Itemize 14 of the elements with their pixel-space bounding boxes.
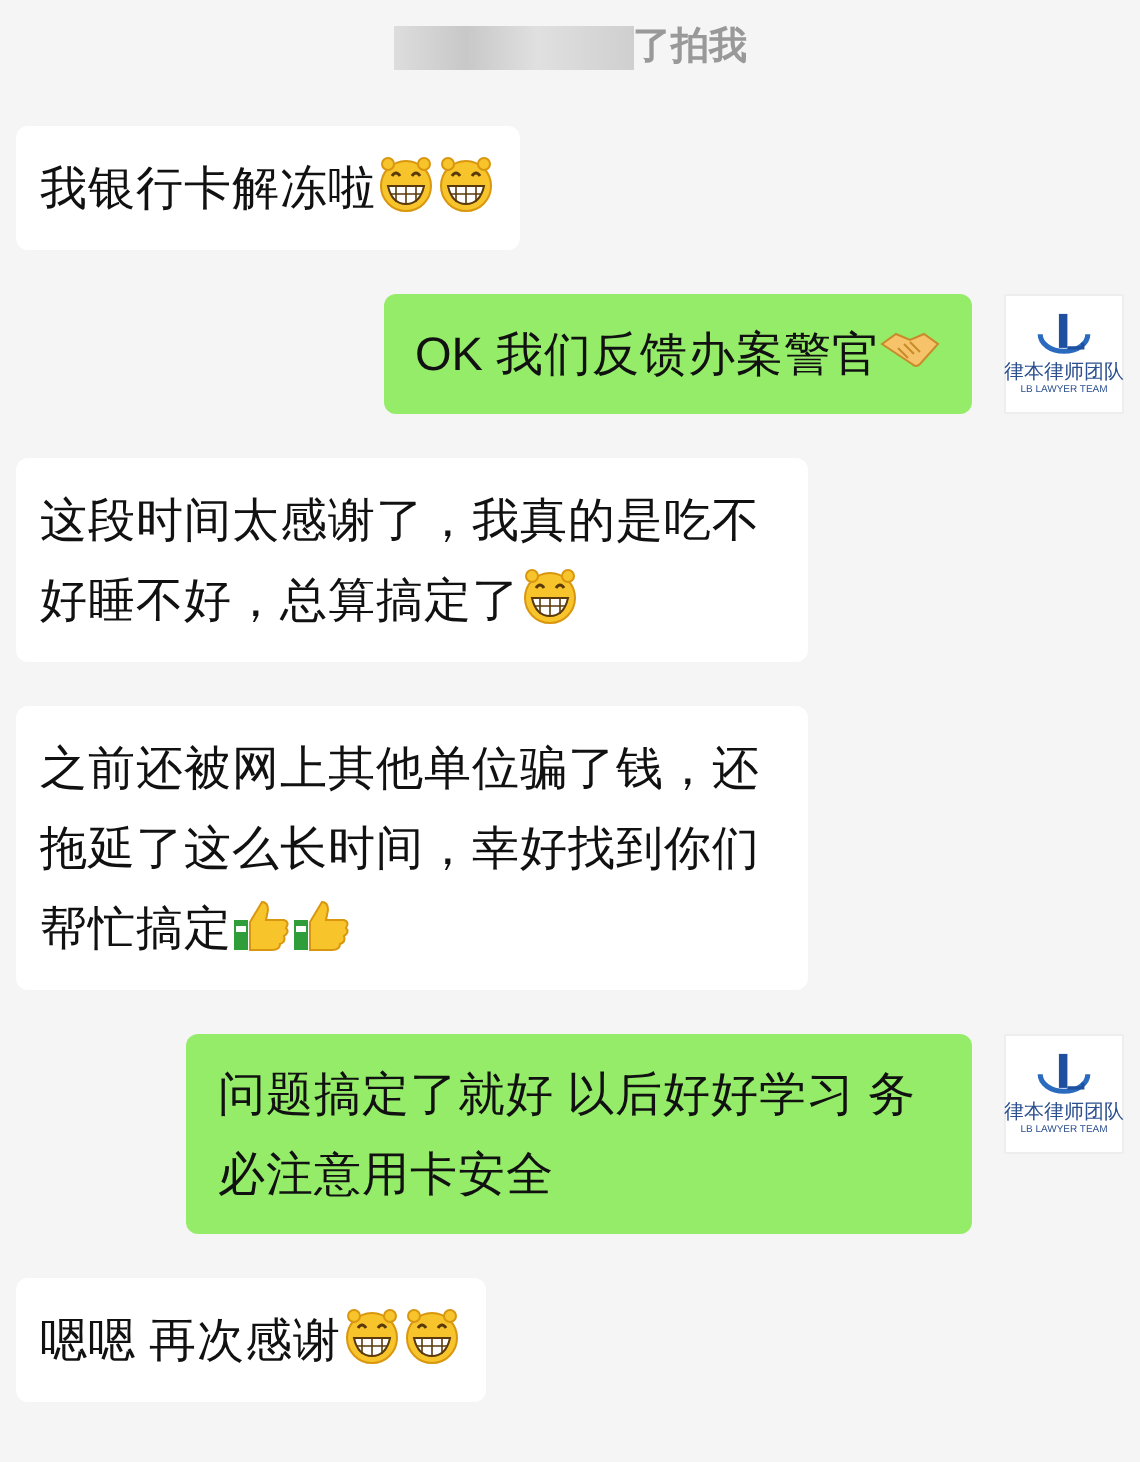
message-bubble: OK 我们反馈办案警官 [383,293,972,413]
message-bubble: 这段时间太感谢了，我真的是吃不好睡不好，总算搞定了 [16,457,808,661]
grinning-emoji-icon [376,153,436,213]
logo-text: 律本律师团队 [1004,362,1124,384]
grinning-emoji-icon [436,153,496,213]
grinning-emoji-icon [341,1305,402,1365]
logo-text: 律本律师团队 [1004,1102,1124,1124]
notice-text: 了拍我 [633,24,747,72]
grinning-emoji-icon [401,1305,462,1365]
grinning-emoji-icon [520,565,580,625]
message-bubble: 之前还被网上其他单位骗了钱，还拖延了这么长时间，幸好找到你们帮忙搞定 [16,705,808,989]
message-bubble: 嗯嗯 再次感谢 [16,1277,486,1401]
message-bubble: 问题搞定了就好 以后好好学习 务必注意用卡安全 [186,1033,972,1233]
message-bubble: 我银行卡解冻啦 [16,125,520,249]
